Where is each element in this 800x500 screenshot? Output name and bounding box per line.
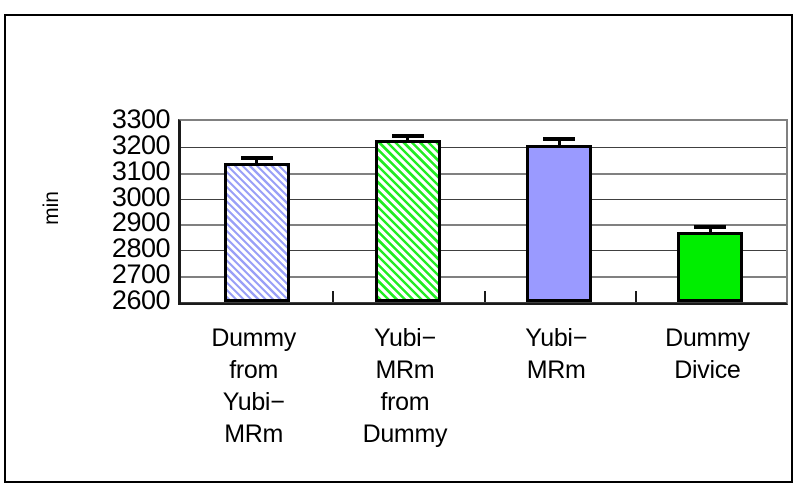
x-axis-category-label-line: MRm [224,420,284,448]
y-axis-tick-label: 2600 [111,285,171,315]
x-axis-tick [483,291,486,302]
x-axis-category-label-line: MRm [375,356,435,384]
x-axis-category-label-line: from [380,388,430,416]
x-axis-category-label-line: Dummy [665,324,750,352]
y-axis-tick-labels: 3300 3200 3100 3000 2900 2800 2700 2600 [70,104,171,314]
error-bar-cap [543,137,576,142]
x-axis-tick [332,291,335,302]
x-axis-category-label: Yubi− MRm from Dummy [329,322,480,450]
plot-area [178,119,788,305]
bar [374,139,441,302]
x-axis-category-label: Dummy Divice [632,322,783,386]
x-axis-category-label-line: Divice [674,356,741,384]
x-axis-category-label-line: Yubi− [222,388,285,416]
x-axis-category-labels: Dummy from Yubi− MRm Yubi− MRm from Dummy Yubi− M… [178,322,783,472]
bars-group [181,121,786,302]
bar [526,144,593,302]
x-axis-category-label-line: MRm [526,356,586,384]
bar [677,231,744,302]
x-axis-category-label-line: Dummy [362,420,448,448]
y-axis-tick-label: 3300 [111,104,171,134]
gridline [181,302,786,303]
x-axis-category-label: Dummy from Yubi− MRm [178,322,329,450]
x-axis-category-label-line: Yubi− [525,324,587,352]
error-bar-cap [391,133,424,138]
y-axis-tick-label: 3100 [111,155,171,186]
x-axis-tick [634,291,637,302]
x-axis-category-label: Yubi− MRm [481,322,632,386]
error-bar-cap [240,155,273,160]
bar [223,163,290,302]
x-axis-category-label-line: from [229,356,279,384]
error-bar-cap [694,225,727,230]
y-axis-tick-label: 3200 [111,129,171,160]
chart-figure: min 3300 3200 3100 3000 2900 2800 2700 2600 Dum… [0,0,800,500]
x-axis-category-label-line: Yubi− [373,324,436,352]
x-axis-category-label-line: Dummy [211,324,296,352]
